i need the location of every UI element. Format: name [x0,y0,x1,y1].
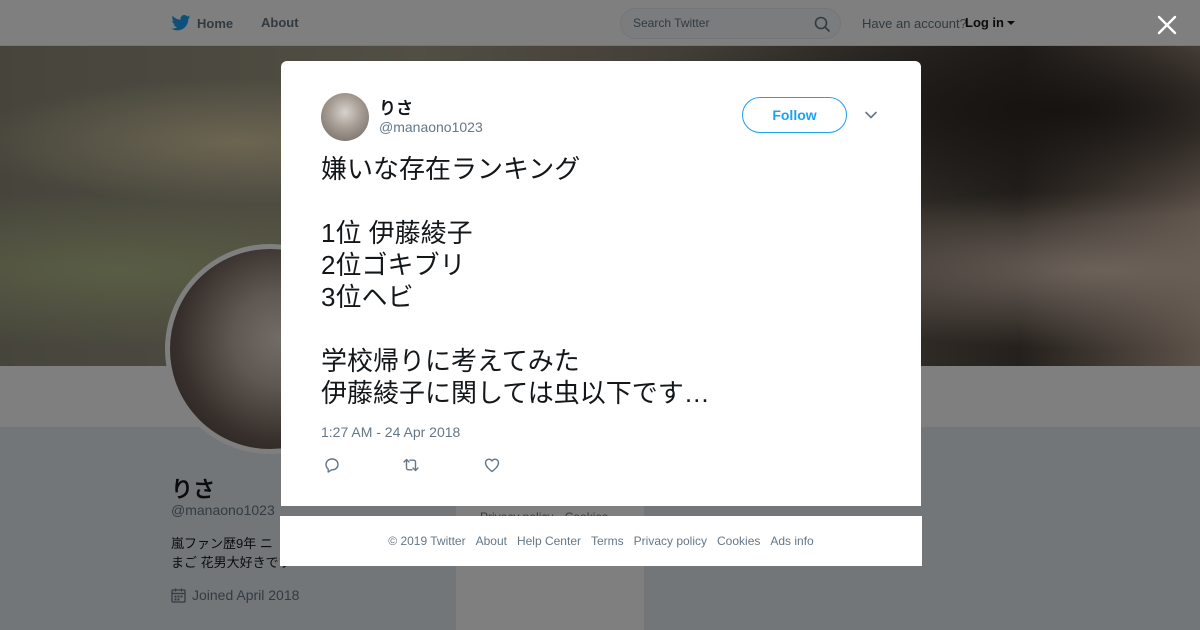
tweet-author-name[interactable]: りさ [379,94,413,119]
footer-link-help-center[interactable]: Help Center [517,534,581,548]
retweet-icon[interactable] [402,456,420,474]
close-icon[interactable] [1155,13,1179,37]
follow-button[interactable]: Follow [742,97,847,133]
modal-footer: © 2019 Twitter About Help Center Terms P… [280,516,922,566]
footer-link-cookies[interactable]: Cookies [717,534,760,548]
tweet-timestamp[interactable]: 1:27 AM - 24 Apr 2018 [321,424,460,440]
tweet-modal: りさ @manaono1023 Follow 嫌いな存在ランキング 1位 伊藤綾… [281,61,921,506]
chevron-down-icon[interactable] [864,108,878,122]
footer-link-privacy-policy[interactable]: Privacy policy [634,534,707,548]
footer-copyright: © 2019 Twitter [388,534,466,548]
tweet-text: 嫌いな存在ランキング 1位 伊藤綾子 2位ゴキブリ 3位ヘビ 学校帰りに考えてみ… [321,154,710,408]
footer-link-about[interactable]: About [476,534,507,548]
footer-link-terms[interactable]: Terms [591,534,624,548]
heart-icon[interactable] [483,456,501,474]
tweet-author-avatar[interactable] [321,93,369,141]
reply-icon[interactable] [323,456,341,474]
footer-link-ads-info[interactable]: Ads info [770,534,813,548]
tweet-author-handle[interactable]: @manaono1023 [379,119,483,135]
